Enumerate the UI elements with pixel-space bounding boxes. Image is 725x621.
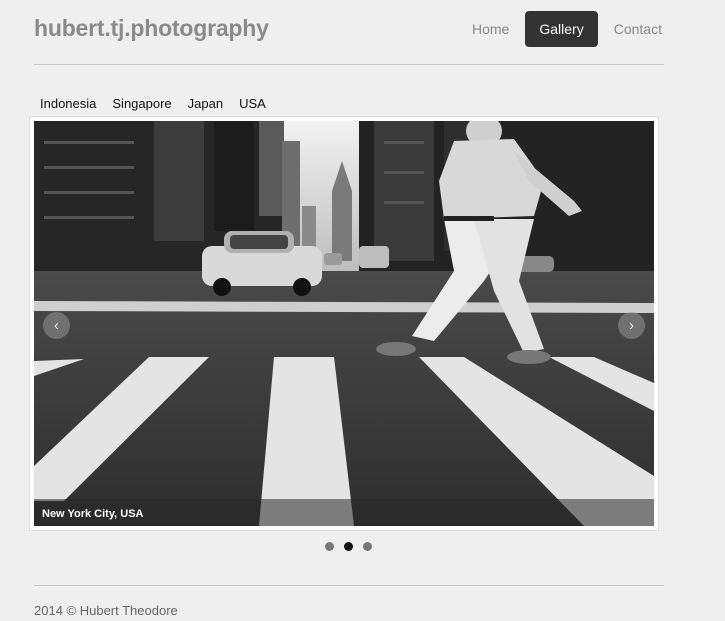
tab-indonesia[interactable]: Indonesia (34, 95, 102, 112)
photo-carousel: New York City, USA ‹ › (29, 116, 659, 531)
header-divider (34, 64, 664, 65)
nav-gallery[interactable]: Gallery (525, 11, 598, 47)
carousel-indicators (325, 542, 382, 551)
carousel-photo: New York City, USA ‹ › (34, 121, 654, 526)
country-tabs: Indonesia Singapore Japan USA (34, 95, 276, 112)
site-brand[interactable]: hubert.tj.photography (34, 15, 269, 42)
carousel-indicator-2[interactable] (344, 542, 353, 551)
chevron-right-icon[interactable]: › (618, 312, 645, 339)
tab-usa[interactable]: USA (233, 95, 272, 112)
footer-divider (34, 585, 664, 586)
carousel-indicator-3[interactable] (363, 542, 372, 551)
street-crossing-photo (34, 121, 654, 526)
footer-copyright: 2014 © Hubert Theodore (34, 603, 178, 618)
slide-caption: New York City, USA (42, 508, 144, 520)
tab-japan[interactable]: Japan (182, 95, 229, 112)
nav-home[interactable]: Home (458, 11, 523, 47)
nav-contact[interactable]: Contact (600, 11, 676, 47)
chevron-left-icon[interactable]: ‹ (43, 312, 70, 339)
tab-singapore[interactable]: Singapore (106, 95, 177, 112)
main-nav: Home Gallery Contact (458, 11, 678, 47)
carousel-indicator-1[interactable] (325, 542, 334, 551)
